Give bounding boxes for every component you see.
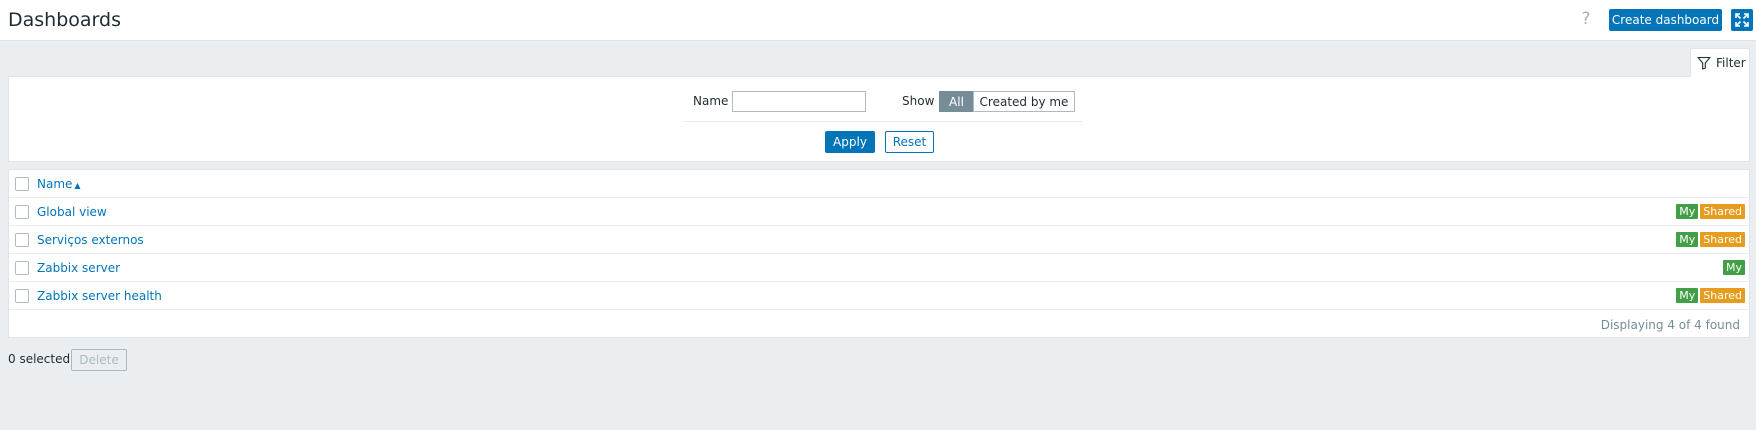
row-tags: My Shared xyxy=(1676,232,1745,247)
my-tag: My xyxy=(1676,204,1699,219)
row-checkbox[interactable] xyxy=(15,205,29,219)
select-all-checkbox[interactable] xyxy=(15,177,29,191)
dashboard-name-link[interactable]: Global view xyxy=(37,205,107,219)
dashboard-name-link[interactable]: Zabbix server health xyxy=(37,289,162,303)
row-tags: My xyxy=(1722,260,1745,275)
filter-tab-label: Filter xyxy=(1716,56,1746,70)
funnel-icon xyxy=(1697,56,1711,70)
kiosk-mode-button[interactable] xyxy=(1731,9,1753,31)
name-filter-label: Name xyxy=(693,94,729,108)
delete-button[interactable]: Delete xyxy=(71,349,127,371)
shared-tag: Shared xyxy=(1700,288,1745,303)
my-tag: My xyxy=(1722,260,1745,275)
row-checkbox[interactable] xyxy=(15,233,29,247)
show-filter-label: Show xyxy=(902,94,935,108)
shared-tag: Shared xyxy=(1700,232,1745,247)
table-header-row: Name ▲ xyxy=(9,170,1749,198)
name-column-label: Name xyxy=(37,177,73,191)
table-row: Zabbix server health My Shared xyxy=(9,282,1749,310)
my-tag: My xyxy=(1676,288,1699,303)
create-dashboard-button[interactable]: Create dashboard xyxy=(1609,9,1722,31)
dashboard-name-link[interactable]: Serviços externos xyxy=(37,233,144,247)
filter-panel: Name Show All Created by me Apply Reset xyxy=(8,76,1750,162)
shared-tag: Shared xyxy=(1700,204,1745,219)
row-tags: My Shared xyxy=(1676,288,1745,303)
sort-ascending-icon: ▲ xyxy=(74,181,81,190)
apply-button[interactable]: Apply xyxy=(825,131,875,153)
table-row: Zabbix server My xyxy=(9,254,1749,282)
filter-tab[interactable]: Filter xyxy=(1690,48,1750,77)
help-icon[interactable]: ? xyxy=(1579,9,1593,29)
row-checkbox[interactable] xyxy=(15,261,29,275)
my-tag: My xyxy=(1676,232,1699,247)
table-row: Serviços externos My Shared xyxy=(9,226,1749,254)
name-filter-input[interactable] xyxy=(732,91,866,112)
show-created-by-me-option[interactable]: Created by me xyxy=(973,91,1075,112)
filter-divider xyxy=(683,121,1083,122)
page-title: Dashboards xyxy=(8,9,121,31)
row-checkbox[interactable] xyxy=(15,289,29,303)
name-column-header[interactable]: Name ▲ xyxy=(37,177,81,191)
reset-button[interactable]: Reset xyxy=(885,131,934,153)
dashboard-name-link[interactable]: Zabbix server xyxy=(37,261,120,275)
results-count: Displaying 4 of 4 found xyxy=(1600,318,1740,332)
dashboards-table: Name ▲ Global view My Shared Serviços ext… xyxy=(8,169,1750,338)
row-tags: My Shared xyxy=(1676,204,1745,219)
selected-count: 0 selected xyxy=(8,352,71,366)
table-row: Global view My Shared xyxy=(9,198,1749,226)
page-header: Dashboards ? Create dashboard xyxy=(0,0,1756,41)
show-all-option[interactable]: All xyxy=(939,91,974,112)
fullscreen-icon xyxy=(1735,13,1749,27)
